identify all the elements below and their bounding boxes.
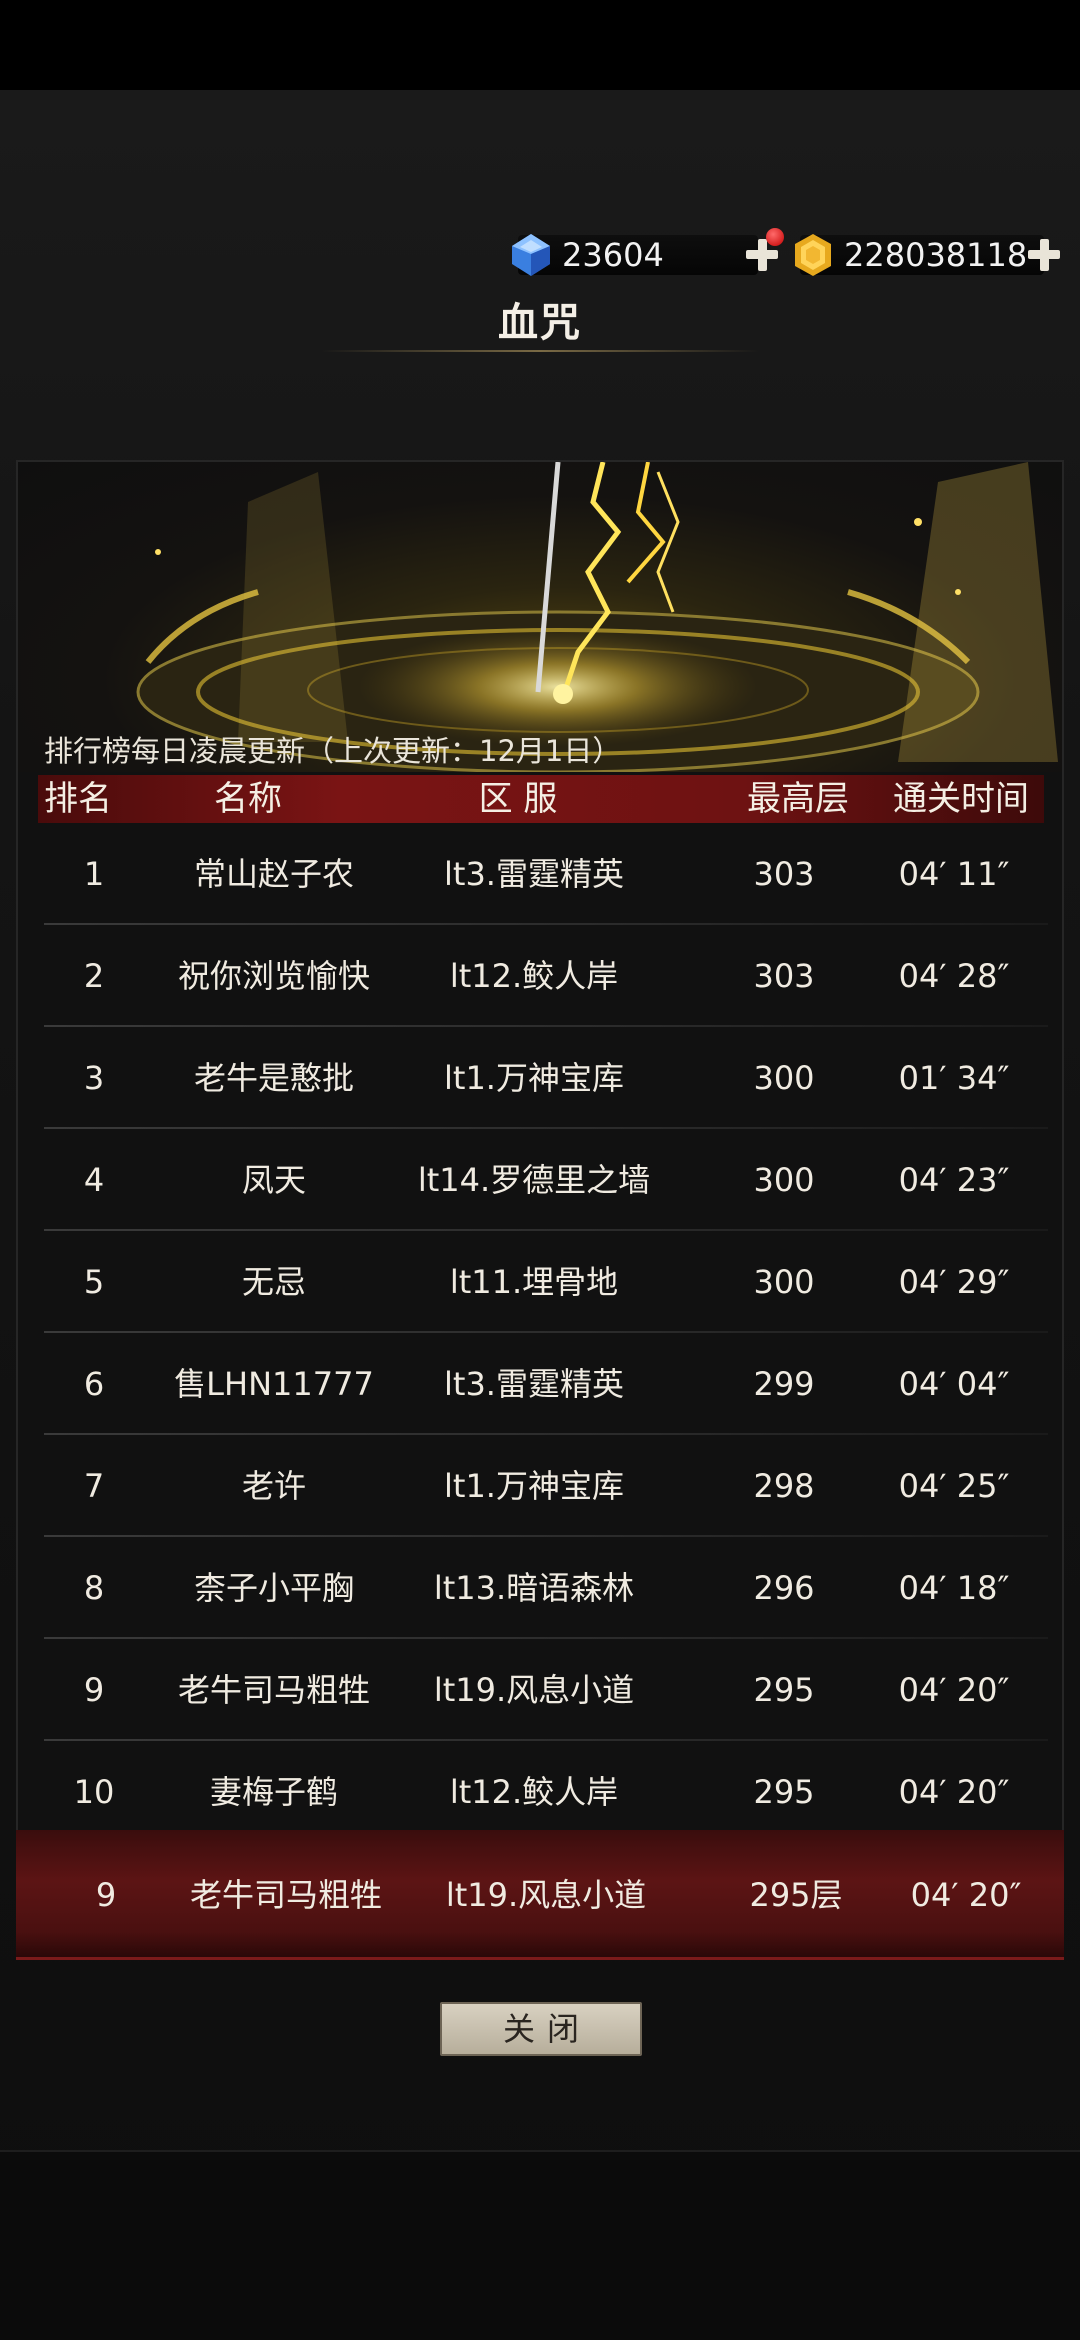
page-title: 血咒: [498, 300, 582, 346]
row-floor: 300: [753, 1059, 815, 1097]
background-footer: [0, 2150, 1080, 2340]
gold-gem-icon: [795, 234, 831, 276]
row-rank: 7: [83, 1467, 105, 1505]
row-time: 04′ 29″: [898, 1263, 1010, 1301]
row-server: lt3.雷霆精英: [444, 855, 624, 893]
row-time: 04′ 20″: [898, 1671, 1010, 1709]
row-server: lt14.罗德里之墙: [417, 1161, 651, 1199]
row-floor: 303: [753, 855, 815, 893]
header-name: 名称: [214, 779, 282, 819]
status-bar: [0, 0, 1080, 90]
row-rank: 10: [73, 1773, 115, 1811]
gem-count: 23604: [518, 235, 758, 275]
update-note: 排行榜每日凌晨更新（上次更新：12月1日）: [44, 734, 622, 768]
row-server: lt12.鲛人岸: [449, 1773, 619, 1811]
row-floor: 299: [753, 1365, 815, 1403]
table-row[interactable]: 4 凤天 lt14.罗德里之墙 300 04′ 23″: [44, 1129, 1048, 1231]
table-row[interactable]: 2 祝你浏览愉快 lt12.鲛人岸 303 04′ 28″: [44, 925, 1048, 1027]
row-time: 04′ 11″: [898, 855, 1010, 893]
row-name: 老许: [241, 1467, 306, 1505]
row-name: 柰子小平胸: [193, 1569, 354, 1607]
row-time: 04′ 28″: [898, 957, 1010, 995]
notification-dot: [766, 228, 784, 246]
row-server: lt1.万神宝库: [444, 1467, 624, 1505]
row-time: 04′ 04″: [898, 1365, 1010, 1403]
row-floor: 300: [753, 1161, 815, 1199]
table-row[interactable]: 9 老牛司马粗牲 lt19.风息小道 295 04′ 20″: [44, 1639, 1048, 1741]
row-floor: 300: [753, 1263, 815, 1301]
row-rank: 2: [83, 957, 105, 995]
row-name: 凤天: [241, 1161, 306, 1199]
gold-count: 228038118: [800, 235, 1044, 275]
row-server: lt19.风息小道: [433, 1671, 635, 1709]
add-gold-button[interactable]: [1026, 237, 1062, 273]
table-row[interactable]: 1 常山赵子农 lt3.雷霆精英 303 04′ 11″: [44, 823, 1048, 925]
row-name: 妻梅子鹤: [209, 1773, 338, 1811]
row-time: 04′ 18″: [898, 1569, 1010, 1607]
header-server: 区 服: [478, 779, 558, 819]
row-name: 祝你浏览愉快: [177, 957, 370, 995]
row-rank: 3: [83, 1059, 105, 1097]
row-rank: 8: [83, 1569, 105, 1607]
row-time: 04′ 20″: [898, 1773, 1010, 1811]
gem-currency: 23604: [508, 228, 784, 278]
row-server: lt12.鲛人岸: [449, 957, 619, 995]
header-time: 通关时间: [893, 779, 1029, 819]
row-name: 老牛司马粗牲: [177, 1671, 370, 1709]
row-floor: 298: [753, 1467, 815, 1505]
table-row[interactable]: 6 售LHN11777 lt3.雷霆精英 299 04′ 04″: [44, 1333, 1048, 1435]
table-row[interactable]: 10 妻梅子鹤 lt12.鲛人岸 295 04′ 20″: [44, 1741, 1048, 1843]
lightning-sword-art: [136, 462, 1058, 772]
gold-currency: 228038118: [790, 232, 1062, 278]
row-server: lt13.暗语森林: [433, 1569, 635, 1607]
row-rank: 6: [83, 1365, 105, 1403]
my-rank: 9: [95, 1876, 117, 1914]
row-floor: 296: [753, 1569, 815, 1607]
header-floor: 最高层: [747, 779, 849, 819]
row-floor: 295: [753, 1671, 815, 1709]
table-row[interactable]: 7 老许 lt1.万神宝库 298 04′ 25″: [44, 1435, 1048, 1537]
row-server: lt1.万神宝库: [444, 1059, 624, 1097]
close-button[interactable]: 关闭: [440, 2002, 642, 2056]
title-divider: [320, 350, 760, 352]
row-rank: 1: [83, 855, 105, 893]
row-name: 售LHN11777: [174, 1365, 374, 1403]
header-rank: 排名: [44, 779, 112, 819]
my-server: lt19.风息小道: [445, 1876, 647, 1914]
banner-image: [18, 462, 1062, 772]
my-floor: 295层: [749, 1876, 843, 1914]
table-row[interactable]: 8 柰子小平胸 lt13.暗语森林 296 04′ 18″: [44, 1537, 1048, 1639]
row-rank: 5: [83, 1263, 105, 1301]
row-name: 老牛是憨批: [193, 1059, 354, 1097]
my-time: 04′ 20″: [910, 1876, 1022, 1914]
row-floor: 303: [753, 957, 815, 995]
diamond-icon: [512, 234, 550, 276]
table-header: 排名 名称 区 服 最高层 通关时间: [38, 775, 1044, 823]
row-name: 常山赵子农: [193, 855, 354, 893]
row-server: lt11.埋骨地: [449, 1263, 619, 1301]
row-time: 04′ 25″: [898, 1467, 1010, 1505]
table-row[interactable]: 5 无忌 lt11.埋骨地 300 04′ 29″: [44, 1231, 1048, 1333]
row-time: 01′ 34″: [898, 1059, 1010, 1097]
row-rank: 9: [83, 1671, 105, 1709]
my-name: 老牛司马粗牲: [189, 1876, 382, 1914]
my-rank-row: 9 老牛司马粗牲 lt19.风息小道 295层 04′ 20″: [16, 1830, 1064, 1960]
table-row[interactable]: 3 老牛是憨批 lt1.万神宝库 300 01′ 34″: [44, 1027, 1048, 1129]
row-server: lt3.雷霆精英: [444, 1365, 624, 1403]
row-name: 无忌: [241, 1263, 306, 1301]
row-floor: 295: [753, 1773, 815, 1811]
row-rank: 4: [83, 1161, 105, 1199]
row-time: 04′ 23″: [898, 1161, 1010, 1199]
